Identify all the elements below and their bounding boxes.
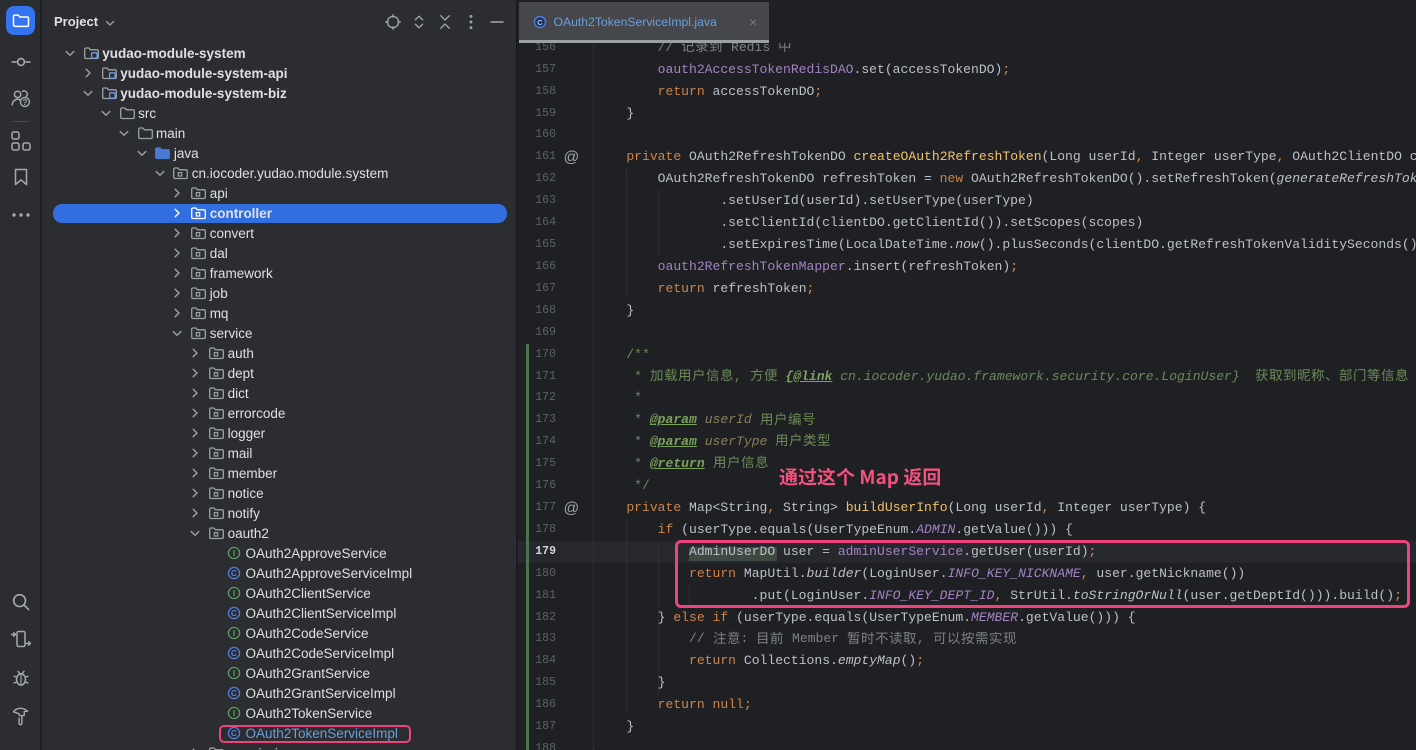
svg-text:I: I	[233, 708, 235, 718]
svg-text:I: I	[233, 588, 235, 598]
svg-text:C: C	[537, 17, 543, 26]
svg-text:C: C	[231, 688, 237, 698]
svg-text:?: ?	[22, 98, 27, 107]
svg-text:C: C	[231, 568, 237, 578]
svg-text:C: C	[231, 608, 237, 618]
svg-text:I: I	[233, 668, 235, 678]
svg-text:I: I	[233, 548, 235, 558]
svg-text:I: I	[233, 628, 235, 638]
svg-text:C: C	[231, 648, 237, 658]
